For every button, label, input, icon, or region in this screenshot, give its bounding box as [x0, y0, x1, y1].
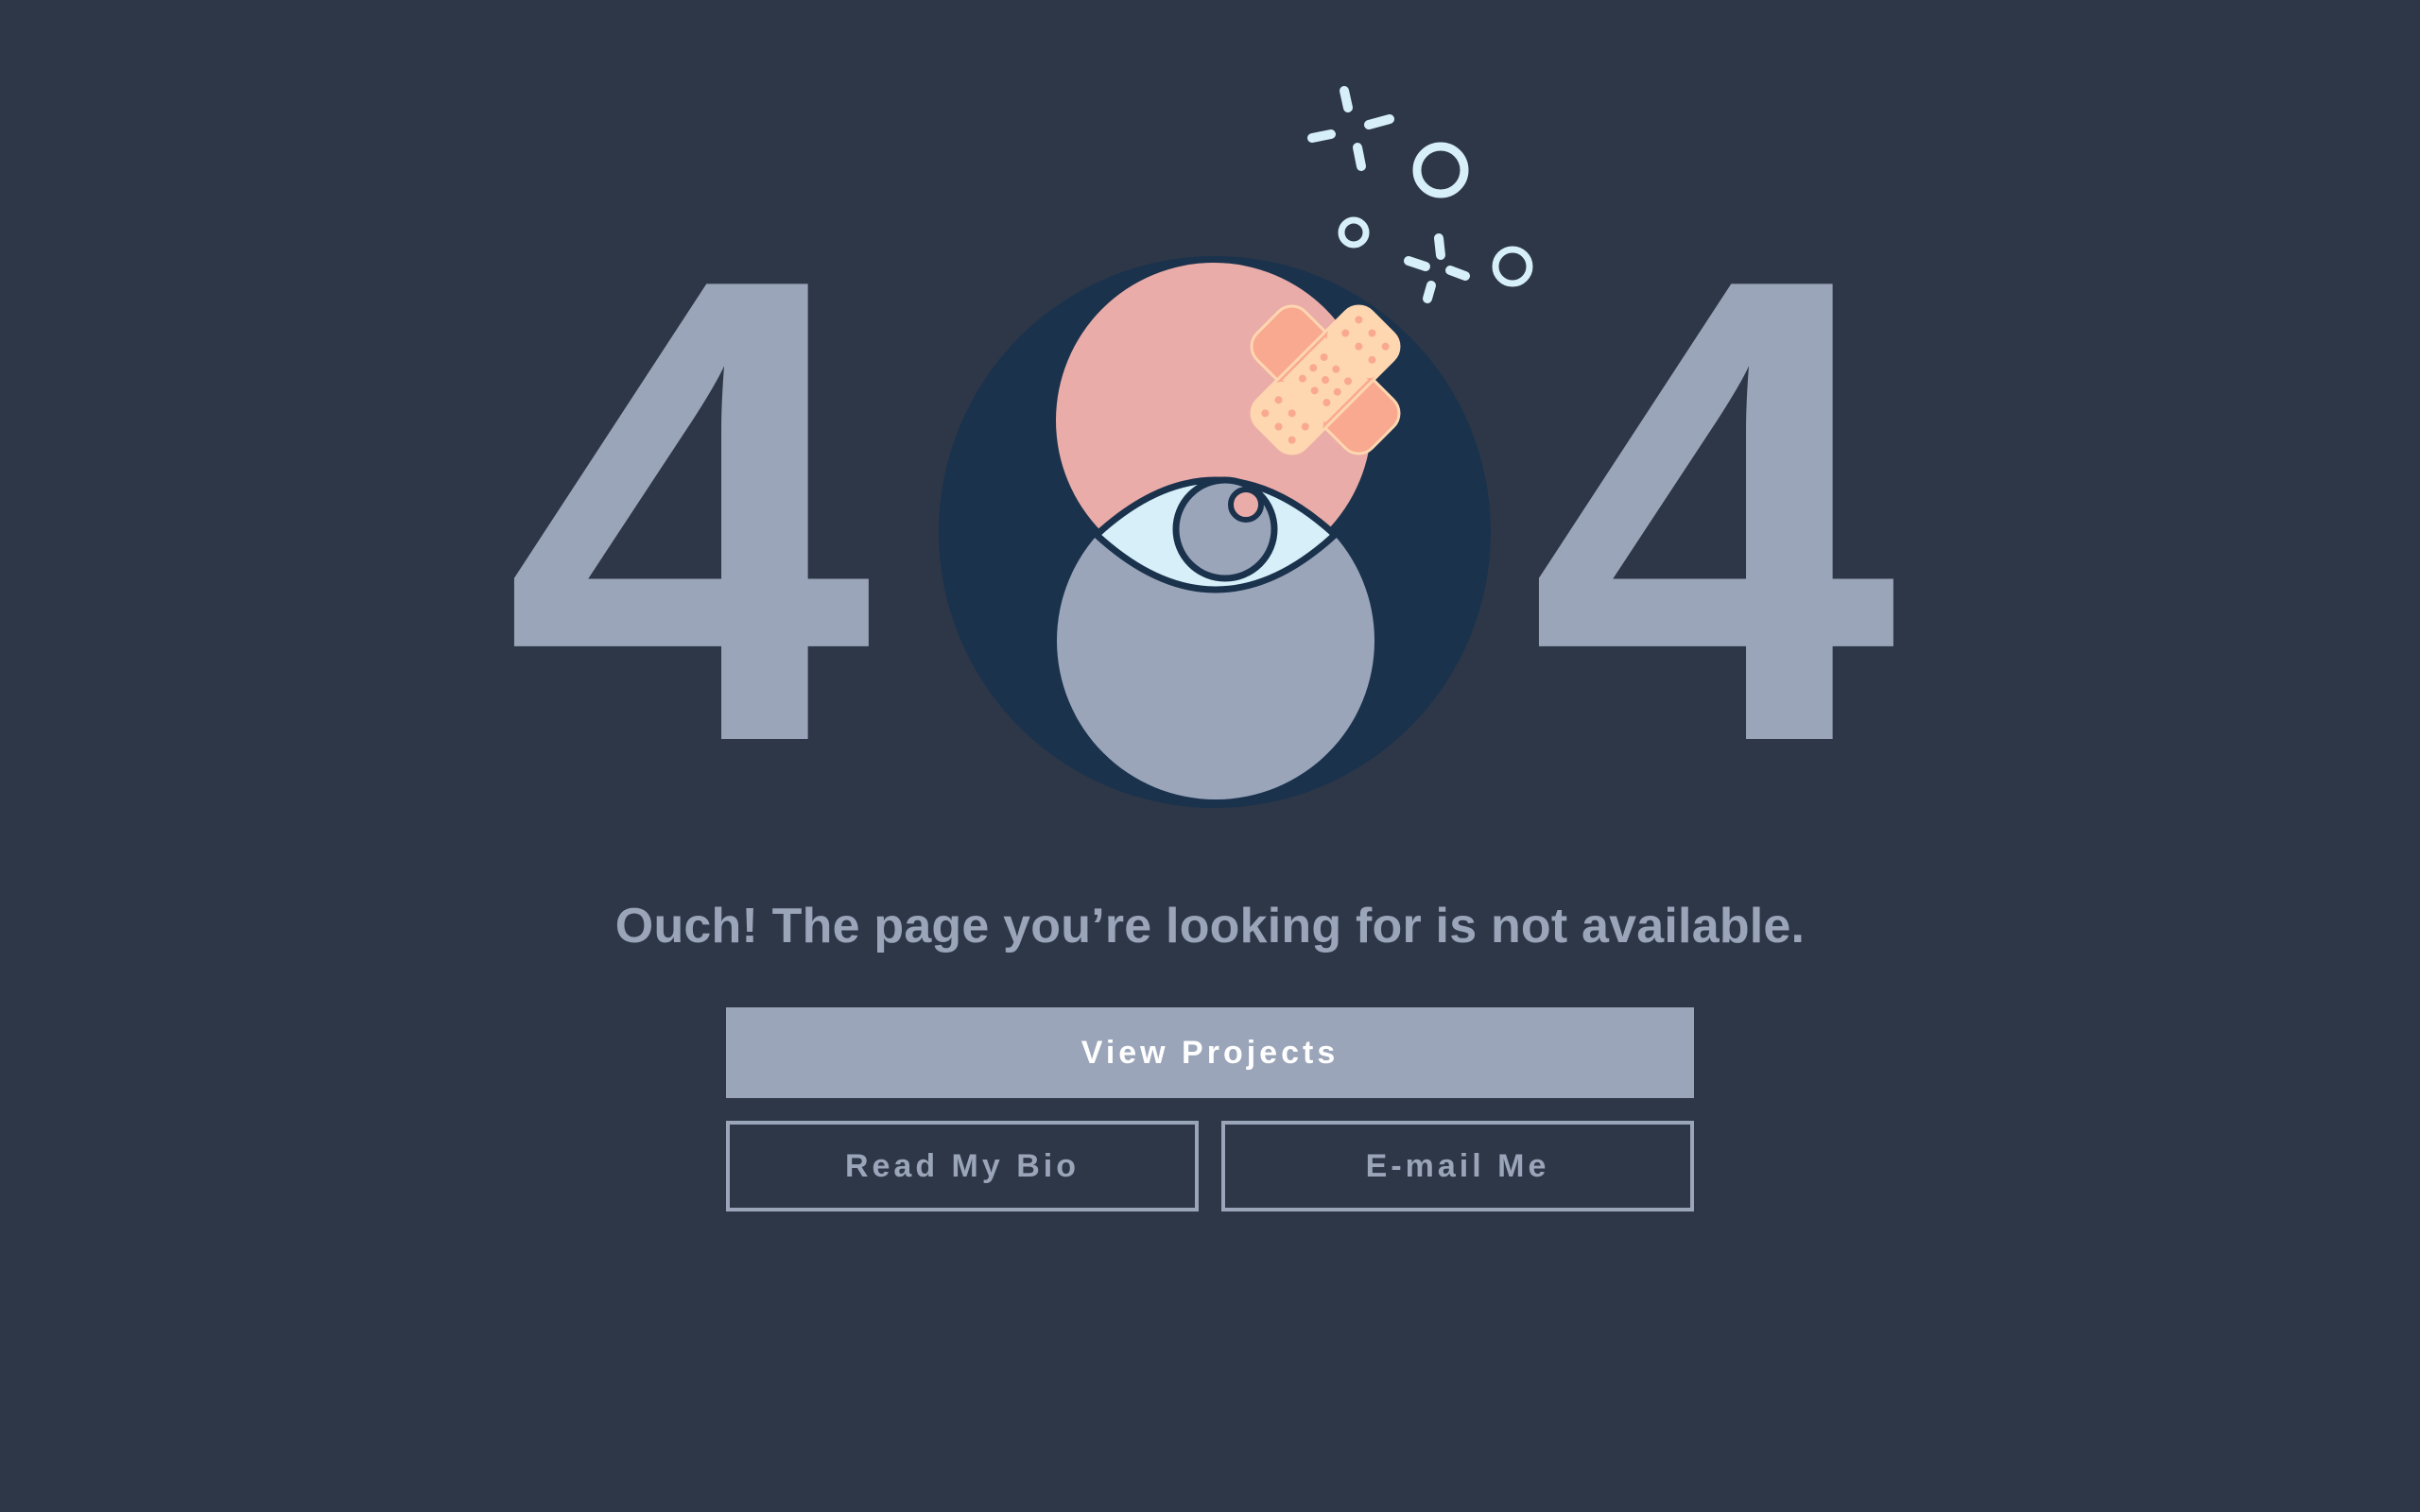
- error-digit-left: 4: [504, 141, 873, 880]
- error-digit-right: 4: [1529, 141, 1897, 880]
- email-me-button[interactable]: E-mail Me: [1221, 1121, 1694, 1211]
- sparkle-icon: [1307, 86, 1533, 303]
- view-projects-button[interactable]: View Projects: [726, 1007, 1694, 1098]
- bandaged-eye-zero-icon: [939, 86, 1533, 808]
- error-message: Ouch! The page you’re looking for is not…: [614, 899, 1806, 954]
- read-my-bio-button[interactable]: Read My Bio: [726, 1121, 1199, 1211]
